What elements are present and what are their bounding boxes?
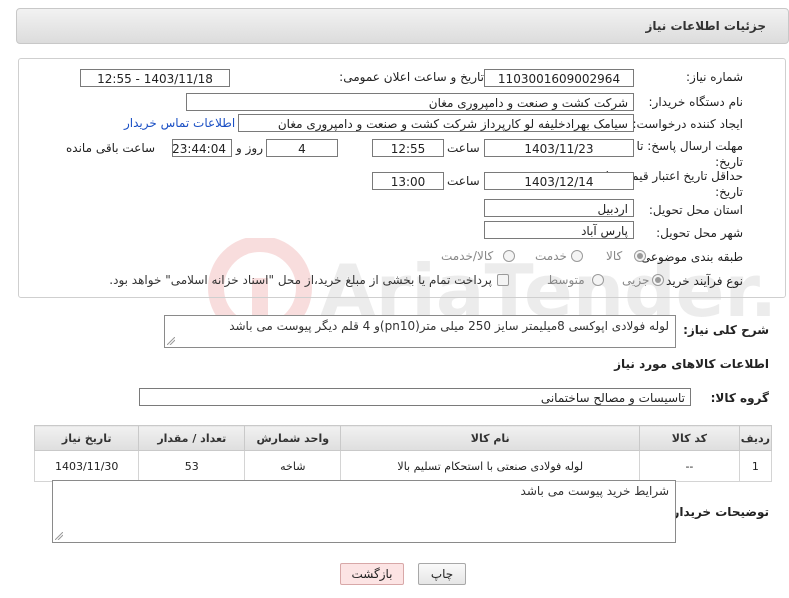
category-radio-service[interactable] <box>571 250 583 262</box>
col-qty: تعداد / مقدار <box>138 425 246 451</box>
creator-label: ایجاد کننده درخواست: <box>632 117 743 131</box>
resize-grip-icon[interactable] <box>167 337 175 345</box>
days-label: روز و <box>236 141 263 155</box>
process-option-minor: جزیی <box>622 273 650 287</box>
deadline-days-field[interactable]: 4 <box>266 139 338 157</box>
need-number-field[interactable]: 1103001609002964 <box>484 69 634 87</box>
category-radio-both[interactable] <box>503 250 515 262</box>
description-textarea[interactable]: لوله فولادی اپوکسی 8میلیمتر سایز 250 میل… <box>164 315 676 348</box>
category-option-goods: کالا <box>606 249 623 263</box>
process-radio-minor[interactable] <box>652 274 664 286</box>
province-field[interactable]: اردبیل <box>484 199 634 217</box>
announce-label: تاریخ و ساعت اعلان عمومی: <box>339 70 484 84</box>
col-code: کد کالا <box>639 425 740 451</box>
process-radio-medium[interactable] <box>592 274 604 286</box>
panel-header: جزئیات اطلاعات نیاز <box>16 8 789 44</box>
deadline-label: مهلت ارسال پاسخ: تا تاریخ: <box>636 139 743 169</box>
cell-code: -- <box>639 450 740 482</box>
cell-date: 1403/11/30 <box>33 450 140 482</box>
print-button[interactable]: چاپ <box>418 563 466 585</box>
treasury-checkbox[interactable] <box>497 274 509 286</box>
remaining-time-field[interactable]: 23:44:04 <box>172 139 232 157</box>
goods-section-title: اطلاعات کالاهای مورد نیاز <box>614 357 769 371</box>
validity-date-field[interactable]: 1403/12/14 <box>484 172 634 190</box>
deadline-time-label: ساعت <box>447 141 480 155</box>
col-date: تاریخ نیاز <box>33 425 140 451</box>
category-label: طبقه بندی موضوعی: <box>636 250 743 264</box>
description-label: شرح کلی نیاز: <box>683 323 769 337</box>
cell-qty: 53 <box>138 450 246 482</box>
buyer-notes-textarea[interactable]: شرایط خرید پیوست می باشد <box>52 480 676 543</box>
goods-table: ردیف کد کالا نام کالا واحد شمارش تعداد /… <box>33 425 773 482</box>
back-button[interactable]: بازگشت <box>340 563 404 585</box>
remaining-label: ساعت باقی مانده <box>66 141 156 155</box>
table-row[interactable]: 1 -- لوله فولادی صنعتی با استحکام تسلیم … <box>33 450 773 482</box>
goods-group-field[interactable]: تاسیسات و مصالح ساختمانی <box>139 388 691 406</box>
col-name: نام کالا <box>340 425 641 451</box>
creator-field[interactable]: سیامک بهرادخلیفه لو کارپرداز شرکت کشت و … <box>238 114 634 132</box>
goods-group-label: گروه کالا: <box>710 391 769 405</box>
treasury-note: پرداخت تمام یا بخشی از مبلغ خرید،از محل … <box>109 273 492 287</box>
process-option-medium: متوسط <box>547 273 585 287</box>
validity-time-label: ساعت <box>447 174 480 188</box>
cell-unit: شاخه <box>244 450 342 482</box>
need-number-label: شماره نیاز: <box>686 70 743 84</box>
announce-field[interactable]: 1403/11/18 - 12:55 <box>80 69 230 87</box>
col-unit: واحد شمارش <box>244 425 342 451</box>
description-text: لوله فولادی اپوکسی 8میلیمتر سایز 250 میل… <box>229 319 669 333</box>
city-label: شهر محل تحویل: <box>656 226 743 240</box>
province-label: استان محل تحویل: <box>648 203 743 217</box>
category-option-both: کالا/خدمت <box>441 249 494 263</box>
buyer-notes-text: شرایط خرید پیوست می باشد <box>520 484 669 498</box>
cell-row: 1 <box>738 450 773 482</box>
category-option-service: خدمت <box>535 249 567 263</box>
deadline-time-field[interactable]: 12:55 <box>372 139 444 157</box>
cell-name: لوله فولادی صنعتی با استحکام تسلیم بالا <box>340 450 641 482</box>
table-header-row: ردیف کد کالا نام کالا واحد شمارش تعداد /… <box>33 425 773 451</box>
process-label: نوع فرآیند خرید : <box>658 274 743 288</box>
category-radio-goods[interactable] <box>634 250 646 262</box>
buyer-label: نام دستگاه خریدار: <box>648 95 744 109</box>
buyer-notes-label: توضیحات خریدار: <box>667 505 769 519</box>
col-row: ردیف <box>738 425 773 451</box>
resize-grip-icon[interactable] <box>55 532 63 540</box>
deadline-date-field[interactable]: 1403/11/23 <box>484 139 634 157</box>
validity-time-field[interactable]: 13:00 <box>372 172 444 190</box>
buyer-contact-link[interactable]: اطلاعات تماس خریدار <box>124 116 235 130</box>
city-field[interactable]: پارس آباد <box>484 221 634 239</box>
page-title: جزئیات اطلاعات نیاز <box>645 19 766 33</box>
buyer-field[interactable]: شرکت کشت و صنعت و دامپروری مغان <box>186 93 634 111</box>
